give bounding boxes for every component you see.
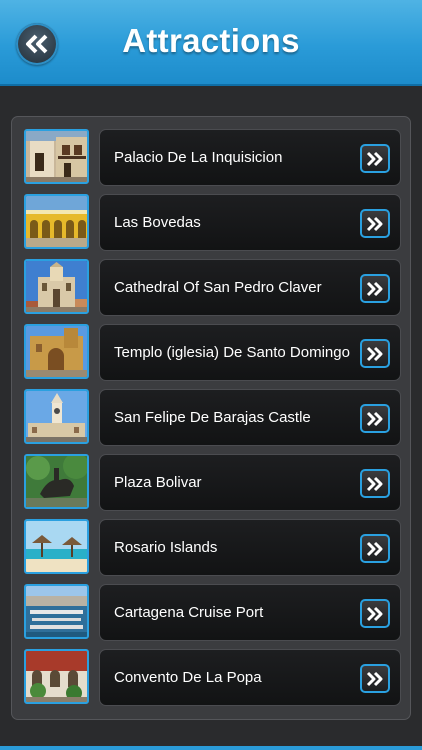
list-item[interactable]: Las Bovedas xyxy=(24,194,402,251)
attraction-name: Cartagena Cruise Port xyxy=(114,604,264,621)
open-detail-button[interactable] xyxy=(360,469,390,498)
attraction-name: Cathedral Of San Pedro Claver xyxy=(114,279,322,296)
thumbnail-image xyxy=(24,389,89,444)
double-chevron-right-icon xyxy=(366,216,383,231)
list-item[interactable]: Templo (iglesia) De Santo Domingo xyxy=(24,324,402,381)
list-item[interactable]: Convento De La Popa xyxy=(24,649,402,706)
attraction-cell[interactable]: Palacio De La Inquisicion xyxy=(99,129,401,186)
list-item[interactable]: Cathedral Of San Pedro Claver xyxy=(24,259,402,316)
list-item[interactable]: San Felipe De Barajas Castle xyxy=(24,389,402,446)
open-detail-button[interactable] xyxy=(360,599,390,628)
double-chevron-right-icon xyxy=(366,671,383,686)
thumbnail-image xyxy=(24,519,89,574)
attraction-name: Palacio De La Inquisicion xyxy=(114,149,283,166)
attraction-cell[interactable]: Templo (iglesia) De Santo Domingo xyxy=(99,324,401,381)
thumbnail-image xyxy=(24,194,89,249)
attraction-cell[interactable]: Plaza Bolivar xyxy=(99,454,401,511)
open-detail-button[interactable] xyxy=(360,339,390,368)
double-chevron-right-icon xyxy=(366,606,383,621)
thumbnail-image xyxy=(24,129,89,184)
attraction-cell[interactable]: Cartagena Cruise Port xyxy=(99,584,401,641)
attraction-name: Rosario Islands xyxy=(114,539,218,556)
attraction-cell[interactable]: Rosario Islands xyxy=(99,519,401,576)
page-title: Attractions xyxy=(122,22,300,59)
double-chevron-right-icon xyxy=(366,476,383,491)
open-detail-button[interactable] xyxy=(360,404,390,433)
attraction-name: Plaza Bolivar xyxy=(114,474,202,491)
list-item[interactable]: Cartagena Cruise Port xyxy=(24,584,402,641)
list-item[interactable]: Plaza Bolivar xyxy=(24,454,402,511)
attraction-name: Las Bovedas xyxy=(114,214,201,231)
double-chevron-right-icon xyxy=(366,346,383,361)
open-detail-button[interactable] xyxy=(360,534,390,563)
attraction-cell[interactable]: San Felipe De Barajas Castle xyxy=(99,389,401,446)
double-chevron-right-icon xyxy=(366,151,383,166)
thumbnail-image xyxy=(24,259,89,314)
attraction-name: Convento De La Popa xyxy=(114,669,262,686)
bottom-accent-bar xyxy=(0,746,422,750)
thumbnail-image xyxy=(24,649,89,704)
double-chevron-right-icon xyxy=(366,281,383,296)
thumbnail-image xyxy=(24,454,89,509)
open-detail-button[interactable] xyxy=(360,209,390,238)
list-item[interactable]: Palacio De La Inquisicion xyxy=(24,129,402,186)
double-chevron-right-icon xyxy=(366,541,383,556)
open-detail-button[interactable] xyxy=(360,144,390,173)
thumbnail-image xyxy=(24,324,89,379)
attraction-cell[interactable]: Las Bovedas xyxy=(99,194,401,251)
attraction-name: Templo (iglesia) De Santo Domingo xyxy=(114,344,350,361)
attractions-list: Palacio De La Inquisicion Las Bovedas Ca… xyxy=(11,116,411,720)
attraction-name: San Felipe De Barajas Castle xyxy=(114,409,311,426)
open-detail-button[interactable] xyxy=(360,664,390,693)
list-item[interactable]: Rosario Islands xyxy=(24,519,402,576)
open-detail-button[interactable] xyxy=(360,274,390,303)
top-bar: Attractions xyxy=(0,0,422,86)
thumbnail-image xyxy=(24,584,89,639)
attraction-cell[interactable]: Convento De La Popa xyxy=(99,649,401,706)
double-chevron-right-icon xyxy=(366,411,383,426)
attraction-cell[interactable]: Cathedral Of San Pedro Claver xyxy=(99,259,401,316)
